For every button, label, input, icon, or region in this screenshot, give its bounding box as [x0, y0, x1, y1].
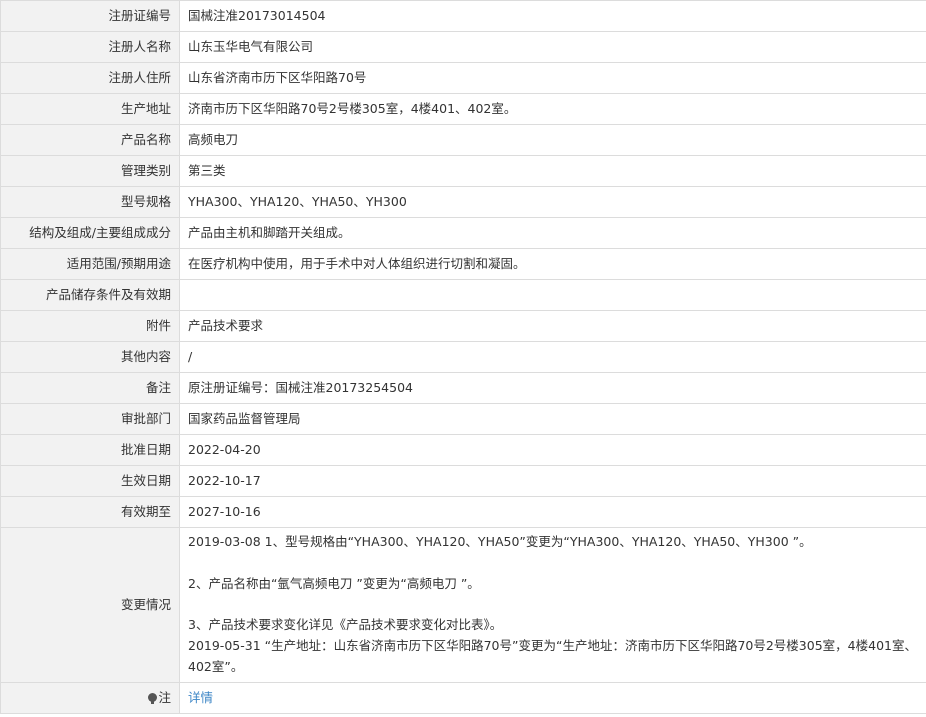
- note-value-cell: 详情: [179, 681, 926, 714]
- field-label: 备注: [0, 372, 180, 404]
- field-label: 有效期至: [0, 496, 180, 528]
- field-value: [179, 279, 926, 311]
- field-value: 第三类: [179, 155, 926, 187]
- field-value: 山东玉华电气有限公司: [179, 31, 926, 63]
- field-label: 产品储存条件及有效期: [0, 279, 180, 311]
- row-remarks: 备注 原注册证编号：国械注准20173254504: [0, 372, 926, 404]
- field-value: 2022-04-20: [179, 434, 926, 466]
- field-label: 审批部门: [0, 403, 180, 435]
- change-entry: 2019-05-31 “生产地址：山东省济南市历下区华阳路70号”变更为“生产地…: [188, 637, 917, 674]
- row-note: 注 详情: [0, 681, 926, 714]
- row-storage-validity: 产品储存条件及有效期: [0, 279, 926, 311]
- change-entry: 2019-03-08 1、型号规格由“YHA300、YHA120、YHA50”变…: [188, 534, 812, 549]
- row-approval-date: 批准日期 2022-04-20: [0, 434, 926, 466]
- field-label: 注册人名称: [0, 31, 180, 63]
- field-value: 国家药品监督管理局: [179, 403, 926, 435]
- field-value: 产品技术要求: [179, 310, 926, 342]
- row-management-category: 管理类别 第三类: [0, 155, 926, 187]
- field-label: 注册人住所: [0, 62, 180, 94]
- row-effective-date: 生效日期 2022-10-17: [0, 465, 926, 497]
- field-value: 在医疗机构中使用，用于手术中对人体组织进行切割和凝固。: [179, 248, 926, 280]
- field-label: 生产地址: [0, 93, 180, 125]
- row-other-content: 其他内容 /: [0, 341, 926, 373]
- field-value: 高频电刀: [179, 124, 926, 156]
- field-label: 其他内容: [0, 341, 180, 373]
- field-value: YHA300、YHA120、YHA50、YH300: [179, 186, 926, 218]
- field-label: 注册证编号: [0, 0, 180, 32]
- change-entry: 2、产品名称由“氩气高频电刀 ”变更为“高频电刀 ”。: [188, 575, 480, 591]
- field-label: 变更情况: [0, 527, 180, 683]
- field-label: 适用范围/预期用途: [0, 248, 180, 280]
- row-intended-use: 适用范围/预期用途 在医疗机构中使用，用于手术中对人体组织进行切割和凝固。: [0, 248, 926, 280]
- field-value: 济南市历下区华阳路70号2号楼305室，4楼401、402室。: [179, 93, 926, 125]
- field-label: 附件: [0, 310, 180, 342]
- lightbulb-icon: [148, 692, 158, 704]
- change-entry: 3、产品技术要求变化详见《产品技术要求变化对比表》。: [188, 617, 503, 633]
- field-value: 2022-10-17: [179, 465, 926, 497]
- row-structure-composition: 结构及组成/主要组成成分 产品由主机和脚踏开关组成。: [0, 217, 926, 249]
- field-label: 管理类别: [0, 155, 180, 187]
- row-model-spec: 型号规格 YHA300、YHA120、YHA50、YH300: [0, 186, 926, 218]
- field-label: 生效日期: [0, 465, 180, 497]
- field-label: 型号规格: [0, 186, 180, 218]
- field-label: 产品名称: [0, 124, 180, 156]
- field-value: 产品由主机和脚踏开关组成。: [179, 217, 926, 249]
- row-registrant-address: 注册人住所 山东省济南市历下区华阳路70号: [0, 62, 926, 94]
- row-change-history: 变更情况 2019-03-08 1、型号规格由“YHA300、YHA120、YH…: [0, 527, 926, 683]
- row-attachment: 附件 产品技术要求: [0, 310, 926, 342]
- row-production-address: 生产地址 济南市历下区华阳路70号2号楼305室，4楼401、402室。: [0, 93, 926, 125]
- field-value: 国械注准20173014504: [179, 0, 926, 32]
- field-label: 注: [158, 689, 171, 705]
- details-link[interactable]: 详情: [188, 690, 213, 705]
- change-history-content: 2019-03-08 1、型号规格由“YHA300、YHA120、YHA50”变…: [179, 527, 926, 683]
- row-registrant-name: 注册人名称 山东玉华电气有限公司: [0, 31, 926, 63]
- row-registration-number: 注册证编号 国械注准20173014504: [0, 0, 926, 32]
- row-approval-department: 审批部门 国家药品监督管理局: [0, 403, 926, 435]
- row-valid-until: 有效期至 2027-10-16: [0, 496, 926, 528]
- row-product-name: 产品名称 高频电刀: [0, 124, 926, 156]
- field-value: /: [179, 341, 926, 373]
- field-label: 批准日期: [0, 434, 180, 466]
- field-value: 原注册证编号：国械注准20173254504: [179, 372, 926, 404]
- field-value: 山东省济南市历下区华阳路70号: [179, 62, 926, 94]
- field-label: 结构及组成/主要组成成分: [0, 217, 180, 249]
- registration-info-table: 注册证编号 国械注准20173014504 注册人名称 山东玉华电气有限公司 注…: [0, 0, 926, 714]
- field-value: 2027-10-16: [179, 496, 926, 528]
- note-label-cell: 注: [0, 681, 180, 714]
